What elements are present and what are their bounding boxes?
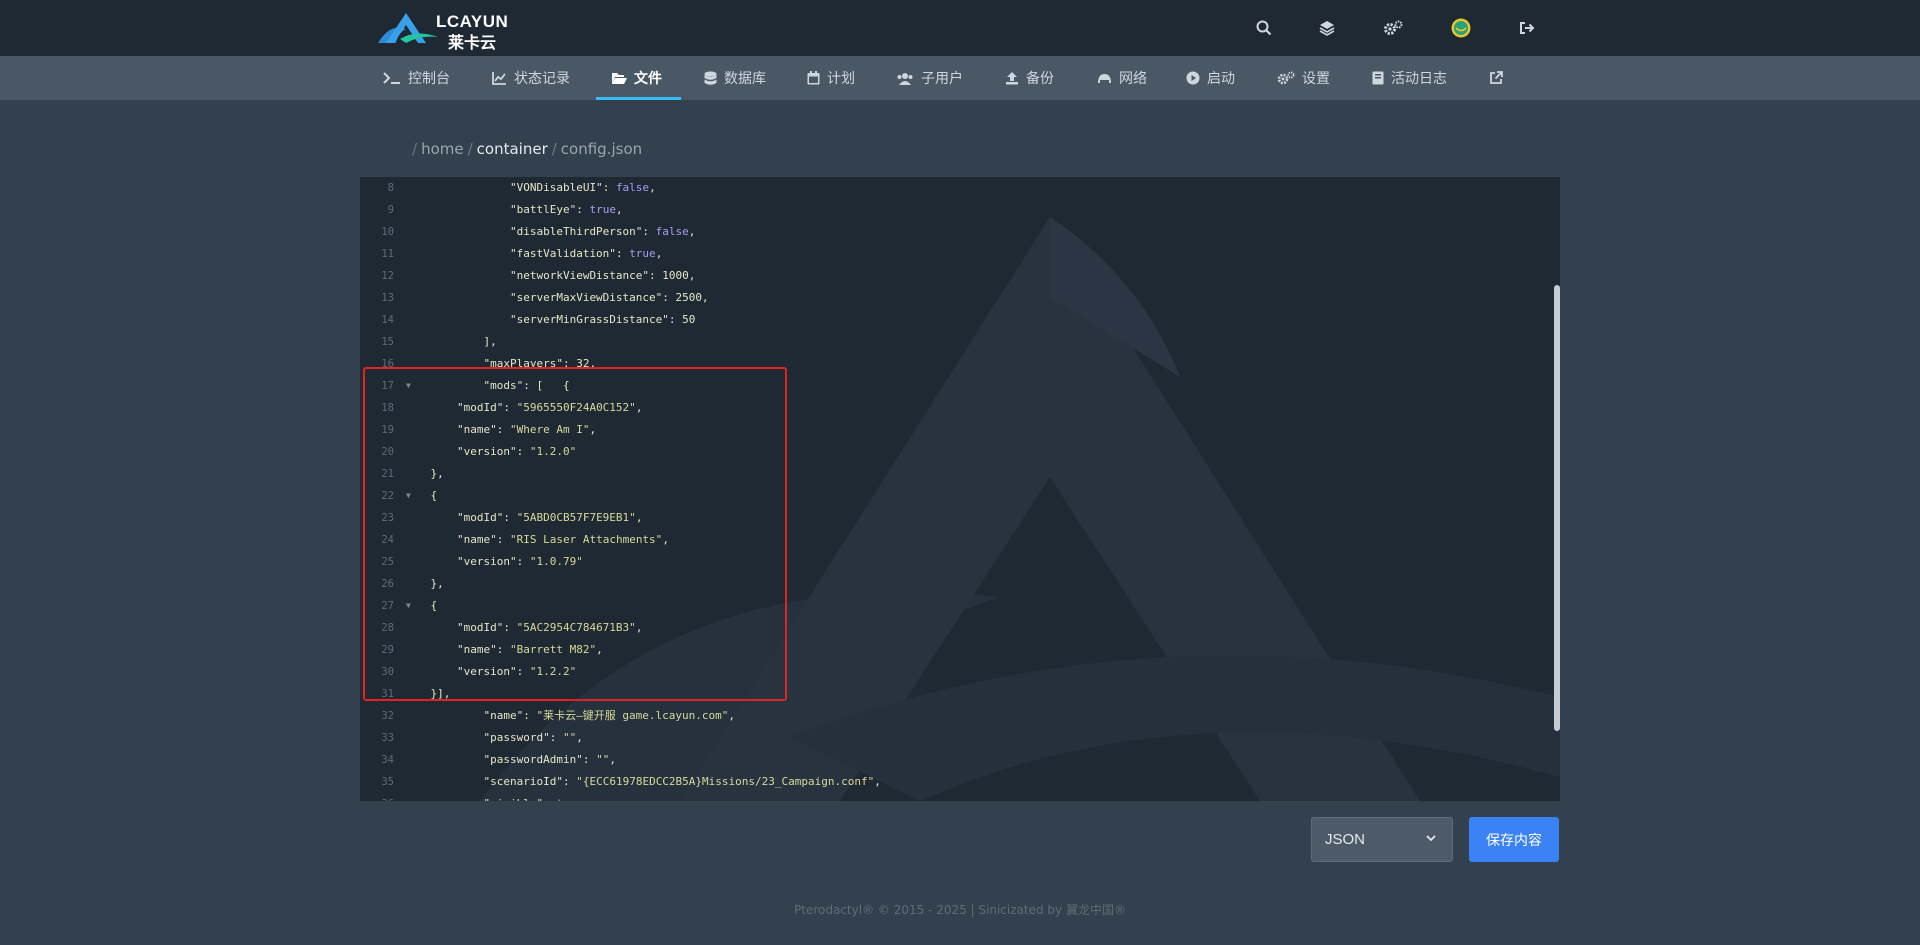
nav-item-schedules[interactable]: 计划 — [807, 56, 855, 100]
line-text: "VONDisableUI": false, — [509, 181, 656, 194]
line-text: "disableThirdPerson": false, — [509, 225, 696, 238]
layers-icon[interactable] — [1315, 16, 1339, 40]
syntax-mode-value: JSON — [1325, 831, 1366, 848]
external-link-icon — [1490, 71, 1503, 84]
line-number: 35 — [381, 776, 394, 788]
code-line[interactable]: 33 "password": "", — [360, 727, 1540, 749]
nav-item-files[interactable]: 文件 — [611, 56, 662, 100]
server-nav: 控制台 状态记录 文件 数据库 计划 子用户 备份 网络 启动 设置 活动日志 — [0, 56, 1920, 100]
code-line[interactable]: 11 "fastValidation": true, — [360, 243, 1540, 265]
line-number: 32 — [381, 710, 394, 722]
line-number: 10 — [381, 226, 394, 238]
line-number: 9 — [387, 204, 394, 216]
line-number: 8 — [387, 182, 394, 194]
nav-item-label: 网络 — [1119, 71, 1147, 87]
line-text: "serverMaxViewDistance": 2500, — [509, 291, 709, 304]
code-line[interactable]: 32 "name": "莱卡云—键开服 game.lcayun.com", — [360, 705, 1540, 727]
code-line[interactable]: 13 "serverMaxViewDistance": 2500, — [360, 287, 1540, 309]
breadcrumb-separator: / — [551, 140, 557, 158]
chevron-down-icon — [1426, 835, 1436, 842]
breadcrumb-file: config.json — [560, 140, 643, 158]
line-text: ], — [404, 335, 497, 348]
avatar[interactable] — [1449, 16, 1473, 40]
nav-item-subusers[interactable]: 子用户 — [896, 56, 963, 100]
code-line[interactable]: 12 "networkViewDistance": 1000, — [360, 265, 1540, 287]
code-line[interactable]: 34 "passwordAdmin": "", — [360, 749, 1540, 771]
upload-icon — [1006, 72, 1018, 85]
code-line[interactable]: 36 "visible": true — [360, 793, 1540, 801]
database-icon — [704, 71, 717, 85]
line-text: "passwordAdmin": "", — [483, 753, 616, 766]
line-number: 14 — [381, 314, 394, 326]
code-line[interactable]: 15 ], — [360, 331, 1540, 353]
line-text: "battlEye": true, — [509, 203, 623, 216]
logo[interactable]: LCAYUN 莱卡云 — [376, 9, 510, 52]
nav-item-database[interactable]: 数据库 — [704, 56, 766, 100]
syntax-mode-select[interactable]: JSON — [1311, 817, 1453, 862]
nav-item-settings[interactable]: 设置 — [1277, 56, 1330, 100]
code-line[interactable]: 8 "VONDisableUI": false, — [360, 177, 1540, 199]
line-number: 33 — [381, 732, 394, 744]
nav-item-activity-log[interactable]: 活动日志 — [1372, 56, 1447, 100]
code-line[interactable]: 10 "disableThirdPerson": false, — [360, 221, 1540, 243]
nav-item-external[interactable] — [1489, 56, 1510, 100]
nav-item-label: 文件 — [634, 71, 662, 87]
line-number: 36 — [360, 793, 394, 801]
breadcrumb-separator: / — [412, 140, 418, 158]
chart-icon — [492, 72, 506, 85]
nav-item-backups[interactable]: 备份 — [1005, 56, 1054, 100]
breadcrumb: / home / container / config.json — [408, 140, 642, 158]
line-text: "name": "莱卡云—键开服 game.lcayun.com", — [483, 709, 735, 722]
nav-item-console[interactable]: 控制台 — [383, 56, 450, 100]
nav-item-label: 备份 — [1026, 71, 1054, 87]
line-number: 12 — [381, 270, 394, 282]
editor-scrollbar[interactable] — [1554, 285, 1560, 731]
footer-copyright: Pterodactyl® © 2015 - 2025 | Sinicizated… — [794, 903, 1126, 917]
line-number: 13 — [381, 292, 394, 304]
line-number: 11 — [381, 248, 394, 260]
code-line[interactable]: 14 "serverMinGrassDistance": 50 — [360, 309, 1540, 331]
save-content-button[interactable]: 保存内容 — [1469, 817, 1559, 862]
line-number: 34 — [381, 754, 394, 766]
nav-item-label: 计划 — [827, 71, 855, 87]
annotation-highlight-box — [363, 367, 787, 701]
code-line[interactable]: 35 "scenarioId": "{ECC61978EDCC2B5A}Miss… — [360, 771, 1540, 793]
nav-item-startup[interactable]: 启动 — [1186, 56, 1235, 100]
nav-item-status-log[interactable]: 状态记录 — [492, 56, 570, 100]
play-icon — [1186, 71, 1200, 85]
line-text: "password": "", — [483, 731, 583, 744]
breadcrumb-container[interactable]: container — [477, 140, 548, 158]
cogs-icon[interactable] — [1381, 16, 1405, 40]
logo-subtext: 莱卡云 — [448, 33, 497, 52]
nav-item-label: 控制台 — [408, 71, 450, 87]
terminal-icon — [383, 72, 400, 84]
cogs-icon — [1277, 71, 1295, 85]
users-icon — [897, 72, 913, 85]
nav-item-label: 数据库 — [724, 71, 766, 87]
line-text: "fastValidation": true, — [509, 247, 663, 260]
nav-item-label: 子用户 — [921, 71, 963, 87]
nav-item-network[interactable]: 网络 — [1097, 56, 1147, 100]
top-bar: LCAYUN 莱卡云 — [0, 0, 1920, 56]
line-text: "networkViewDistance": 1000, — [509, 269, 696, 282]
nav-item-label: 状态记录 — [514, 71, 570, 87]
line-number: 15 — [381, 336, 394, 348]
line-text: "scenarioId": "{ECC61978EDCC2B5A}Mission… — [483, 775, 881, 788]
nav-item-label: 设置 — [1302, 71, 1330, 87]
breadcrumb-home[interactable]: home — [421, 140, 464, 158]
code-line[interactable]: 9 "battlEye": true, — [360, 199, 1540, 221]
logout-icon[interactable] — [1515, 16, 1539, 40]
network-icon — [1098, 74, 1111, 83]
nav-item-label: 活动日志 — [1391, 71, 1447, 87]
active-tab-indicator — [596, 97, 681, 100]
book-icon — [1372, 71, 1384, 85]
search-icon[interactable] — [1252, 16, 1276, 40]
calendar-icon — [807, 71, 820, 85]
folder-open-icon — [612, 72, 627, 84]
breadcrumb-separator: / — [467, 140, 473, 158]
nav-item-label: 启动 — [1207, 71, 1235, 87]
line-text: "visible": true — [404, 793, 582, 801]
line-text: "serverMinGrassDistance": 50 — [509, 313, 696, 326]
